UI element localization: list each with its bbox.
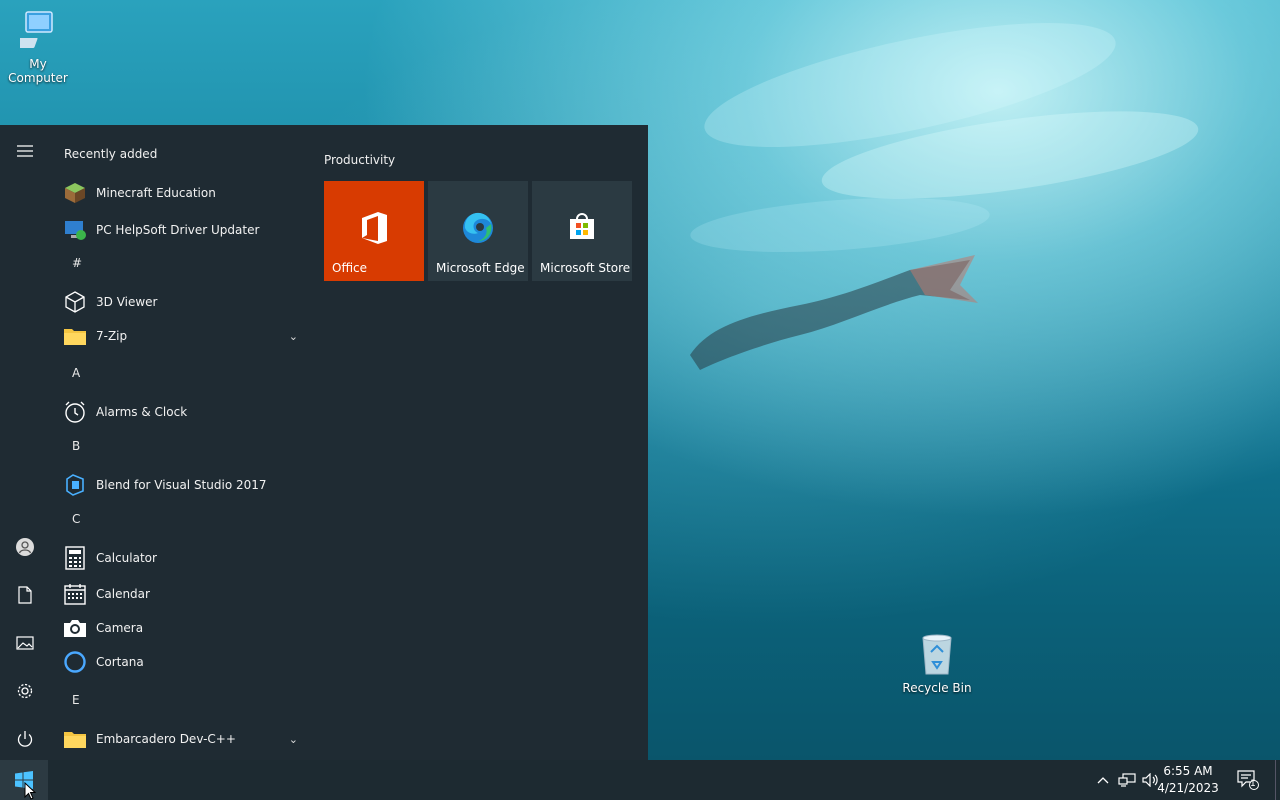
settings-button[interactable]: [0, 669, 50, 713]
start-menu: Recently added Minecraft Education PC He…: [0, 125, 648, 760]
blend-icon: [62, 472, 88, 498]
app-name: Embarcadero Dev-C++: [96, 732, 236, 746]
app-name: PC HelpSoft Driver Updater: [96, 223, 260, 237]
cortana-icon: [62, 649, 88, 675]
desktop-icon-label: My Computer: [8, 57, 68, 85]
action-center-button[interactable]: 1: [1234, 760, 1262, 800]
clock-icon: [62, 399, 88, 425]
tile-label: Microsoft Edge: [436, 261, 525, 275]
app-calendar[interactable]: Calendar: [62, 578, 312, 610]
group-letter[interactable]: B: [72, 439, 80, 453]
network-button[interactable]: [1116, 760, 1138, 800]
minecraft-icon: [62, 180, 88, 206]
clock[interactable]: 6:55 AM 4/21/2023: [1154, 763, 1222, 797]
network-icon: [1118, 773, 1136, 787]
show-desktop-button[interactable]: [1275, 760, 1276, 800]
calculator-icon: [62, 545, 88, 571]
app-name: Minecraft Education: [96, 186, 216, 200]
power-button[interactable]: [0, 717, 50, 761]
edge-icon: [428, 211, 528, 245]
app-7-zip[interactable]: 7-Zip ⌄: [62, 320, 312, 352]
group-letter[interactable]: E: [72, 693, 80, 707]
tile-microsoft-edge[interactable]: Microsoft Edge: [428, 181, 528, 281]
store-icon: [532, 211, 632, 243]
desktop-icon-recycle-bin[interactable]: Recycle Bin: [897, 632, 977, 695]
documents-button[interactable]: [0, 573, 50, 617]
tiles-group-heading: Productivity: [324, 153, 396, 167]
calendar-icon: [62, 581, 88, 607]
user-icon: [16, 538, 34, 556]
start-rail: [0, 125, 50, 760]
app-list: Recently added Minecraft Education PC He…: [50, 125, 312, 760]
app-name: Calendar: [96, 587, 150, 601]
app-camera[interactable]: Camera: [62, 612, 312, 644]
app-alarms-clock[interactable]: Alarms & Clock: [62, 396, 312, 428]
group-letter[interactable]: C: [72, 512, 80, 526]
notification-count: 1: [1250, 779, 1256, 789]
tile-label: Office: [332, 261, 368, 275]
mermaid-diver-image: [690, 255, 978, 370]
folder-icon: [62, 323, 88, 349]
cube-icon: [62, 289, 88, 315]
driver-updater-icon: [62, 217, 88, 243]
document-icon: [18, 586, 32, 604]
tile-microsoft-store[interactable]: Microsoft Store: [532, 181, 632, 281]
folder-icon: [62, 726, 88, 752]
recently-added-heading: Recently added: [64, 147, 158, 161]
pictures-icon: [16, 636, 34, 650]
app-name: Cortana: [96, 655, 144, 669]
camera-icon: [62, 615, 88, 641]
chevron-down-icon[interactable]: ⌄: [289, 330, 298, 343]
desktop-icon-my-computer[interactable]: My Computer: [0, 10, 78, 85]
app-name: Alarms & Clock: [96, 405, 188, 419]
app-name: 3D Viewer: [96, 295, 158, 309]
computer-icon: [10, 11, 53, 48]
app-blend-visual-studio[interactable]: Blend for Visual Studio 2017: [62, 469, 312, 501]
taskbar: 6:55 AM 4/21/2023 1: [0, 760, 1280, 800]
app-embarcadero-dev-cpp[interactable]: Embarcadero Dev-C++ ⌄: [62, 723, 312, 755]
pictures-button[interactable]: [0, 621, 50, 665]
power-icon: [17, 731, 33, 747]
expand-menu-button[interactable]: [0, 129, 50, 173]
app-name: Camera: [96, 621, 144, 635]
tile-office[interactable]: Office: [324, 181, 424, 281]
chevron-up-icon: [1097, 777, 1109, 784]
recycle-bin-icon: [922, 634, 952, 675]
office-icon: [324, 211, 424, 245]
app-pc-helpsoft-driver-updater[interactable]: PC HelpSoft Driver Updater: [62, 214, 312, 246]
app-name: 7-Zip: [96, 329, 128, 343]
app-3d-viewer[interactable]: 3D Viewer: [62, 286, 312, 318]
menu-icon: [17, 145, 33, 157]
group-letter[interactable]: A: [72, 366, 80, 380]
group-letter[interactable]: #: [72, 256, 82, 270]
clock-date: 4/21/2023: [1157, 781, 1219, 795]
mouse-cursor-icon: [24, 782, 37, 800]
app-name: Calculator: [96, 551, 157, 565]
chevron-down-icon[interactable]: ⌄: [289, 733, 298, 746]
app-cortana[interactable]: Cortana: [62, 646, 312, 678]
desktop-icon-label: Recycle Bin: [902, 681, 972, 695]
user-account-button[interactable]: [0, 525, 50, 569]
app-calculator[interactable]: Calculator: [62, 542, 312, 574]
tile-label: Microsoft Store: [540, 261, 631, 275]
app-minecraft-education[interactable]: Minecraft Education: [62, 177, 312, 209]
gear-icon: [17, 683, 33, 699]
show-hidden-icons-button[interactable]: [1094, 760, 1112, 800]
clock-time: 6:55 AM: [1163, 764, 1213, 778]
app-name: Blend for Visual Studio 2017: [96, 478, 267, 492]
